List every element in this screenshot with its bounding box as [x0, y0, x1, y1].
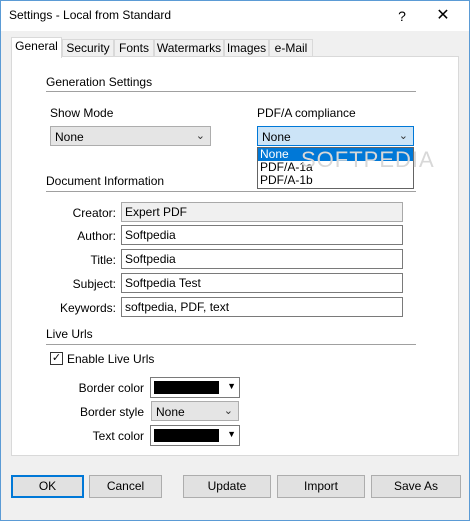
chevron-down-icon: ⌄ — [223, 405, 233, 417]
update-button[interactable]: Update — [183, 475, 271, 498]
keywords-label: Keywords: — [59, 301, 116, 315]
tab-security[interactable]: Security — [62, 39, 114, 57]
chevron-down-icon: ▼ — [227, 381, 236, 391]
chevron-down-icon: ▼ — [227, 429, 236, 439]
creator-field: Expert PDF — [121, 202, 403, 222]
text-color-label: Text color — [92, 429, 144, 443]
author-label: Author: — [77, 229, 116, 243]
window-title: Settings - Local from Standard — [9, 8, 172, 22]
save-as-button[interactable]: Save As — [371, 475, 461, 498]
cancel-button[interactable]: Cancel — [89, 475, 162, 498]
chevron-down-icon: ⌄ — [398, 130, 408, 142]
document-information-heading: Document Information — [46, 174, 165, 188]
ok-button[interactable]: OK — [11, 475, 84, 498]
title-label: Title: — [90, 253, 116, 267]
author-field[interactable]: Softpedia — [121, 225, 403, 245]
divider — [46, 191, 416, 192]
title-bar: Settings - Local from Standard ? ✕ — [1, 1, 469, 31]
tab-images[interactable]: Images — [224, 39, 269, 57]
pdfa-value: None — [262, 130, 291, 144]
keywords-field[interactable]: softpedia, PDF, text — [121, 297, 403, 317]
border-color-picker[interactable]: ▼ — [150, 377, 240, 398]
pdfa-select[interactable]: None ⌄ — [257, 126, 414, 146]
show-mode-select[interactable]: None ⌄ — [50, 126, 211, 146]
subject-label: Subject: — [72, 277, 116, 291]
tab-fonts[interactable]: Fonts — [114, 39, 154, 57]
tab-watermarks[interactable]: Watermarks — [154, 39, 224, 57]
tab-email[interactable]: e-Mail — [269, 39, 313, 57]
tab-general[interactable]: General — [11, 37, 62, 58]
subject-field[interactable]: Softpedia Test — [121, 273, 403, 293]
text-color-picker[interactable]: ▼ — [150, 425, 240, 446]
show-mode-value: None — [55, 130, 84, 144]
pdfa-dropdown-list: None PDF/A-1a PDF/A-1b — [257, 147, 414, 189]
chevron-down-icon: ⌄ — [195, 130, 205, 142]
border-style-label: Border style — [79, 405, 144, 419]
help-button[interactable]: ? — [387, 5, 417, 27]
text-color-swatch — [154, 429, 219, 442]
pdfa-label: PDF/A compliance — [257, 106, 356, 120]
creator-label: Creator: — [72, 206, 116, 220]
divider — [46, 91, 416, 92]
show-mode-label: Show Mode — [50, 106, 114, 120]
generation-settings-heading: Generation Settings — [46, 75, 153, 89]
settings-dialog: Settings - Local from Standard ? ✕ Gener… — [0, 0, 470, 521]
live-urls-heading: Live Urls — [46, 327, 93, 341]
border-color-label: Border color — [78, 381, 144, 395]
enable-live-urls-checkbox[interactable]: ✓ — [50, 352, 63, 365]
title-field[interactable]: Softpedia — [121, 249, 403, 269]
import-button[interactable]: Import — [277, 475, 365, 498]
border-style-value: None — [156, 405, 185, 419]
border-color-swatch — [154, 381, 219, 394]
border-style-select[interactable]: None ⌄ — [151, 401, 239, 421]
enable-live-urls-label: Enable Live Urls — [67, 352, 155, 366]
divider — [46, 344, 416, 345]
pdfa-option-1b[interactable]: PDF/A-1b — [258, 174, 413, 187]
close-button[interactable]: ✕ — [425, 5, 461, 27]
